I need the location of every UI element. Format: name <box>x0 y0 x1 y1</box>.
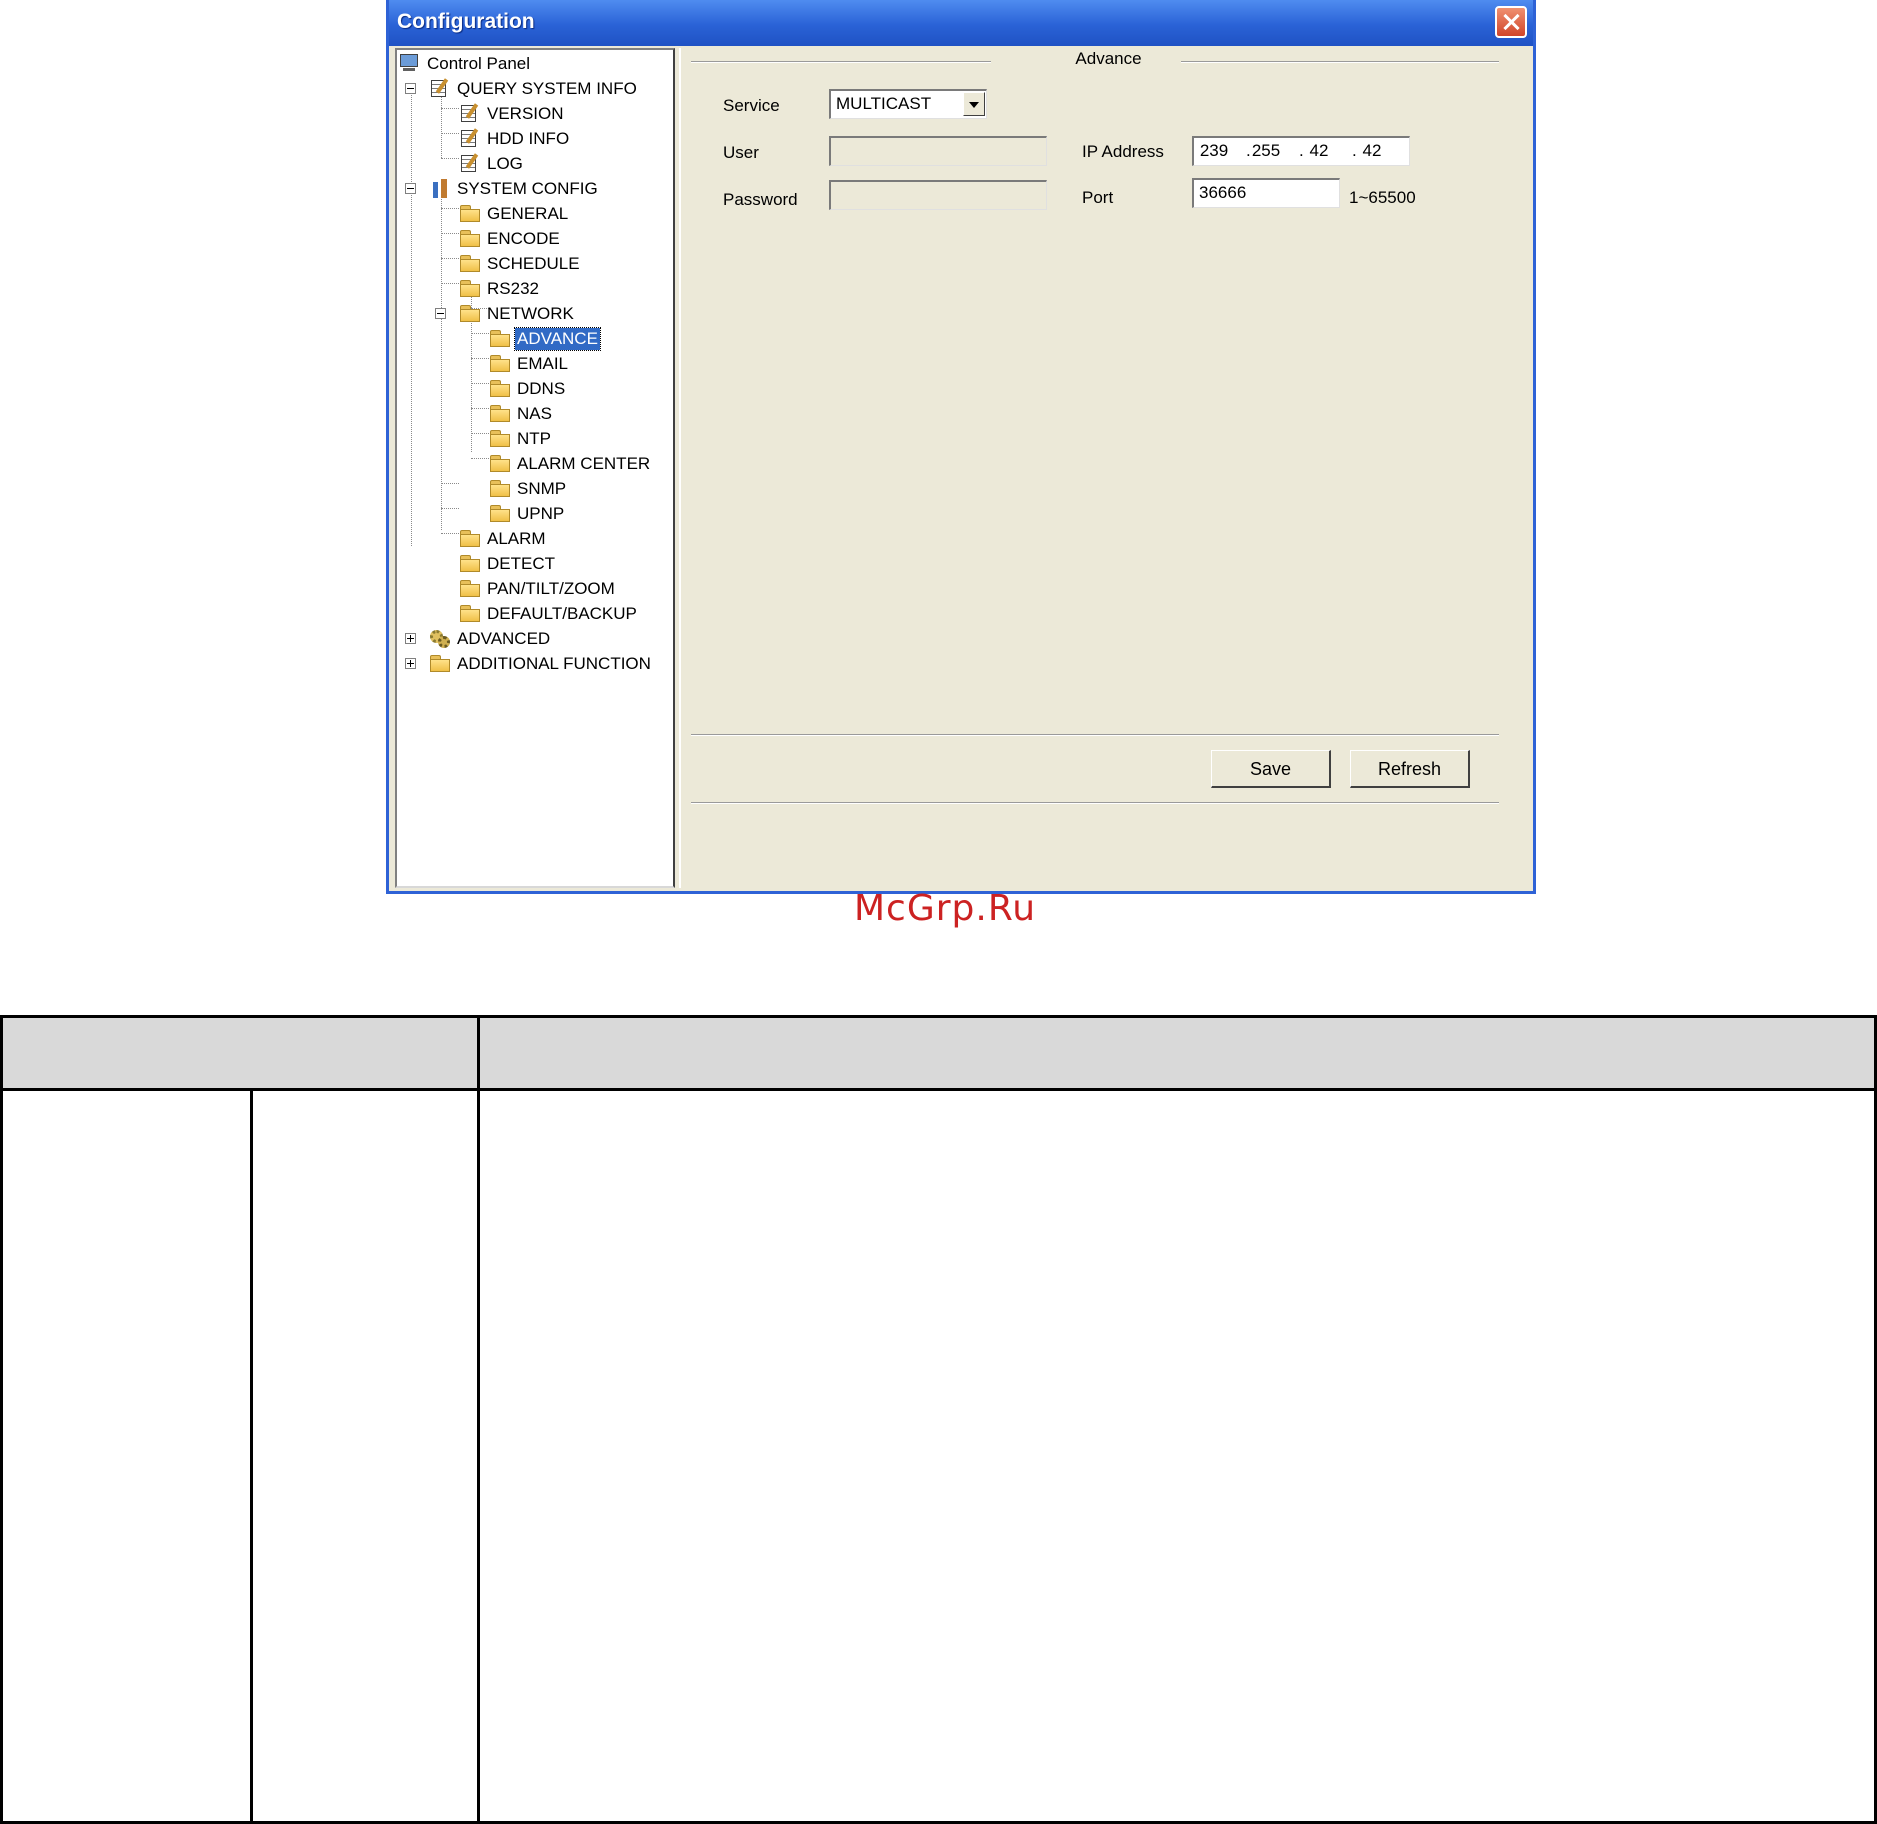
tree-item-label: EMAIL <box>517 354 569 373</box>
tree-item-label: ADVANCE <box>514 327 601 351</box>
tools-icon <box>429 178 451 198</box>
service-select[interactable]: MULTICAST <box>829 89 987 119</box>
folder-icon <box>489 378 511 398</box>
tree-item-label: PAN/TILT/ZOOM <box>487 579 615 598</box>
folder-icon <box>459 253 481 273</box>
folder-icon <box>459 203 481 223</box>
group-title: Advance <box>1075 49 1142 68</box>
divider-top <box>691 734 1499 736</box>
tree-item-label: ADVANCED <box>457 629 551 648</box>
tree-item-label: NETWORK <box>487 304 574 323</box>
tree-item-label: QUERY SYSTEM INFO <box>457 79 637 98</box>
ip-octet-3[interactable]: 42 <box>1299 138 1339 164</box>
expand-icon[interactable] <box>405 633 416 644</box>
user-field[interactable] <box>829 136 1047 166</box>
folder-icon <box>459 553 481 573</box>
port-label: Port <box>1082 188 1114 207</box>
folder-icon <box>459 603 481 623</box>
tree-item-label: Control Panel <box>427 54 531 73</box>
notepad-icon <box>429 78 451 98</box>
tree-item-label: VERSION <box>487 104 564 123</box>
folder-icon <box>459 303 481 323</box>
advance-panel: Advance Service MULTICAST User Password … <box>679 48 1534 888</box>
gears-icon <box>429 628 451 648</box>
tree-item-label: DDNS <box>517 379 566 398</box>
refresh-button[interactable]: Refresh <box>1350 750 1470 788</box>
collapse-icon[interactable] <box>405 83 416 94</box>
close-icon[interactable] <box>1495 6 1527 38</box>
tree-item-label: ENCODE <box>487 229 560 248</box>
tree-item-label: ALARM CENTER <box>517 454 651 473</box>
ip-address-label: IP Address <box>1082 142 1164 161</box>
table-border-top <box>0 1015 1877 1018</box>
folder-icon <box>489 403 511 423</box>
notepad-icon <box>459 103 481 123</box>
folder-icon <box>489 478 511 498</box>
folder-icon <box>489 353 511 373</box>
folder-icon <box>489 453 511 473</box>
service-value: MULTICAST <box>836 94 932 113</box>
table-header-row <box>0 1015 1877 1090</box>
notepad-icon <box>459 153 481 173</box>
save-button[interactable]: Save <box>1211 750 1331 788</box>
tree-view[interactable]: Control Panel QUERY SYSTEM INFO VERSION … <box>395 48 675 888</box>
expand-icon[interactable] <box>405 658 416 669</box>
user-label: User <box>723 143 759 162</box>
tree-item-label: SYSTEM CONFIG <box>457 179 598 198</box>
folder-open-icon <box>489 328 511 348</box>
group-line-right <box>1181 61 1499 63</box>
port-range-hint: 1~65500 <box>1349 188 1416 207</box>
tree-item-label: SCHEDULE <box>487 254 580 273</box>
table-border-left <box>0 1015 3 1824</box>
folder-icon <box>459 278 481 298</box>
collapse-icon[interactable] <box>435 308 446 319</box>
port-field[interactable]: 36666 <box>1192 178 1340 208</box>
tree-item-label: SNMP <box>517 479 567 498</box>
folder-icon <box>489 428 511 448</box>
document-table <box>0 1015 1877 1824</box>
window-title: Configuration <box>397 10 535 33</box>
tree-item-label: DETECT <box>487 554 555 573</box>
ip-octet-2[interactable]: 255 <box>1246 138 1286 164</box>
tree-item-label: RS232 <box>487 279 539 298</box>
table-col-divider-1 <box>477 1015 480 1824</box>
divider-bottom <box>691 802 1499 804</box>
monitor-icon <box>399 53 421 73</box>
tree-item-label: ALARM <box>487 529 546 548</box>
notepad-icon <box>459 128 481 148</box>
folder-icon <box>429 653 451 673</box>
tree-item-label: NTP <box>517 429 551 448</box>
title-bar[interactable]: Configuration <box>389 0 1533 46</box>
service-label: Service <box>723 96 780 115</box>
tree-item-label: LOG <box>487 154 523 173</box>
tree-item-label: GENERAL <box>487 204 569 223</box>
tree-item-label: ADDITIONAL FUNCTION <box>457 654 651 673</box>
configuration-window: Configuration Control Panel QUERY SYSTEM… <box>386 0 1536 894</box>
folder-icon <box>459 228 481 248</box>
tree-item-label: DEFAULT/BACKUP <box>487 604 637 623</box>
tree-item-label: NAS <box>517 404 552 423</box>
table-col-divider-2 <box>250 1089 253 1824</box>
ip-address-field[interactable]: 239 . 255 . 42 . 42 <box>1192 136 1410 166</box>
tree-item-label: UPNP <box>517 504 565 523</box>
password-field[interactable] <box>829 180 1047 210</box>
folder-icon <box>489 503 511 523</box>
ip-octet-4[interactable]: 42 <box>1352 138 1392 164</box>
chevron-down-icon[interactable] <box>963 92 985 116</box>
folder-icon <box>459 528 481 548</box>
table-header-divider <box>0 1088 1877 1091</box>
password-label: Password <box>723 190 798 209</box>
collapse-icon[interactable] <box>405 183 416 194</box>
folder-icon <box>459 578 481 598</box>
tree-item-label: HDD INFO <box>487 129 570 148</box>
ip-octet-1[interactable]: 239 <box>1194 138 1234 164</box>
watermark: McGrp.Ru <box>853 888 1037 929</box>
